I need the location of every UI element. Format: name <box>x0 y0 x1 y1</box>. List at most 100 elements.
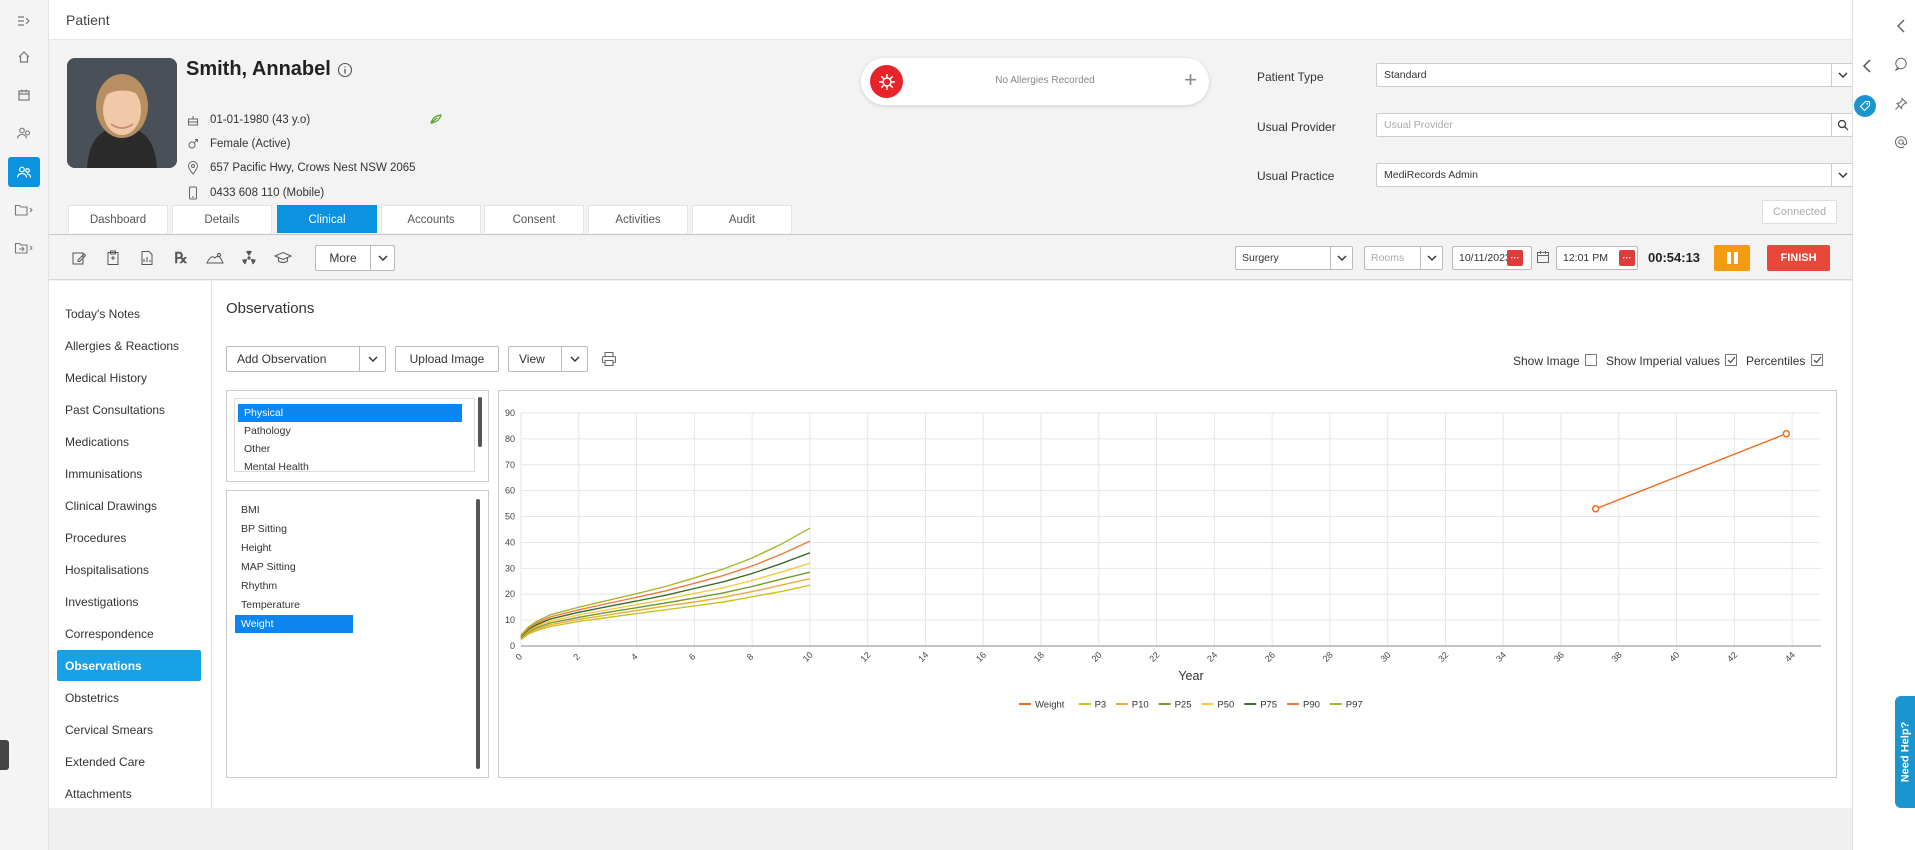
category-item[interactable]: Other <box>238 440 462 458</box>
chat-icon[interactable] <box>1889 52 1913 76</box>
sidenav-item[interactable]: Today's Notes <box>57 298 201 329</box>
add-allergy-plus-icon[interactable]: + <box>1184 68 1197 92</box>
category-item[interactable]: Mental Health <box>238 458 462 471</box>
chevron-down-icon <box>1831 64 1853 86</box>
show-imperial-checkbox[interactable] <box>1725 354 1737 366</box>
imaging-icon[interactable] <box>204 248 226 268</box>
radiation-icon[interactable] <box>238 248 260 268</box>
x-tick-label: 22 <box>1147 650 1161 664</box>
calendar-icon[interactable] <box>8 80 40 110</box>
plot-group: 01020304050607080900 2 4 6 8 10 12 14 16 18 20 22 24… <box>505 408 1821 711</box>
legend-label: P97 <box>1346 700 1363 711</box>
chevron-left-icon[interactable] <box>1889 14 1913 38</box>
measure-item[interactable]: MAP Sitting <box>235 558 353 576</box>
usual-provider-input[interactable]: Usual Provider <box>1376 113 1854 137</box>
measure-item[interactable]: Temperature <box>235 596 353 614</box>
sidenav-item[interactable]: Allergies & Reactions <box>57 330 201 361</box>
clinical-toolbar: ℞ More Surgery Rooms 10/11/2023 ··· 12:0… <box>49 236 1852 280</box>
sidenav-item[interactable]: Observations <box>57 650 201 681</box>
document-chart-icon[interactable] <box>136 248 158 268</box>
connected-button[interactable]: Connected <box>1762 200 1837 224</box>
usual-practice-select[interactable]: MediRecords Admin <box>1376 163 1854 187</box>
pause-button[interactable] <box>1714 245 1750 271</box>
percentiles-checkbox[interactable] <box>1811 354 1823 366</box>
home-icon[interactable] <box>8 42 40 72</box>
group-icon[interactable] <box>8 118 40 148</box>
gender-text: Female (Active) <box>210 138 291 150</box>
sidenav-item[interactable]: Correspondence <box>57 618 201 649</box>
category-item[interactable]: Pathology <box>238 422 462 440</box>
show-image-checkbox[interactable] <box>1585 354 1597 366</box>
search-icon[interactable] <box>1831 114 1853 136</box>
view-button[interactable]: View <box>508 346 588 372</box>
print-icon[interactable] <box>601 351 617 367</box>
more-dots-icon[interactable]: ··· <box>1507 250 1523 266</box>
right-tools-rail: Need Help? <box>1852 0 1915 850</box>
x-tick-label: 16 <box>974 650 988 664</box>
category-item[interactable]: Physical <box>238 404 462 422</box>
pin-icon[interactable] <box>1889 92 1913 116</box>
education-icon[interactable] <box>272 248 294 268</box>
tab-accounts[interactable]: Accounts <box>381 205 481 233</box>
chevron-down-icon[interactable] <box>561 347 587 371</box>
info-icon[interactable] <box>337 62 353 78</box>
sidenav-item[interactable]: Medical History <box>57 362 201 393</box>
chevron-down-icon[interactable] <box>370 246 394 270</box>
x-axis-label: Year <box>1178 669 1203 683</box>
sidenav-item[interactable]: Past Consultations <box>57 394 201 425</box>
tab-consent[interactable]: Consent <box>484 205 584 233</box>
clipboard-icon[interactable] <box>102 248 124 268</box>
sidenav-item[interactable]: Obstetrics <box>57 682 201 713</box>
side-drawer-handle[interactable] <box>0 740 9 770</box>
sidenav-item[interactable]: Cervical Smears <box>57 714 201 745</box>
tag-icon[interactable] <box>1854 95 1876 117</box>
patients-icon[interactable] <box>8 157 40 187</box>
chevron-left-icon[interactable] <box>1855 54 1879 78</box>
tab-dashboard[interactable]: Dashboard <box>68 205 168 233</box>
series-line-p3 <box>520 584 811 641</box>
category-scrollbar[interactable] <box>478 397 482 447</box>
sidenav-item[interactable]: Immunisations <box>57 458 201 489</box>
patient-type-select[interactable]: Standard <box>1376 63 1854 87</box>
more-button[interactable]: More <box>315 245 395 271</box>
calendar-icon[interactable] <box>1536 250 1550 264</box>
measure-item[interactable]: BMI <box>235 501 353 519</box>
measure-item[interactable]: Weight <box>235 615 353 633</box>
sidenav-item[interactable]: Hospitalisations <box>57 554 201 585</box>
folder-export-icon[interactable] <box>8 233 40 263</box>
upload-image-button[interactable]: Upload Image <box>395 346 499 372</box>
sidenav-item[interactable]: Extended Care <box>57 746 201 777</box>
rooms-select[interactable]: Rooms <box>1364 246 1443 270</box>
location-select[interactable]: Surgery <box>1235 246 1353 270</box>
more-dots-icon[interactable]: ··· <box>1619 250 1635 266</box>
measure-item[interactable]: BP Sitting <box>235 520 353 538</box>
chevron-down-icon[interactable] <box>359 347 385 371</box>
sidenav-item[interactable]: Attachments <box>57 778 201 809</box>
tab-clinical[interactable]: Clinical <box>277 205 377 233</box>
usual-practice-label: Usual Practice <box>1257 169 1335 183</box>
date-input[interactable]: 10/11/2023 ··· <box>1452 246 1532 270</box>
edit-note-icon[interactable] <box>68 248 90 268</box>
finish-button[interactable]: FINISH <box>1767 245 1830 271</box>
tab-audit[interactable]: Audit <box>692 205 792 233</box>
show-imperial-label: Show Imperial values <box>1606 354 1721 368</box>
sidenav-item[interactable]: Investigations <box>57 586 201 617</box>
measure-item[interactable]: Height <box>235 539 353 557</box>
usual-provider-placeholder: Usual Provider <box>1384 119 1453 131</box>
sidenav-item[interactable]: Procedures <box>57 522 201 553</box>
sidenav-item[interactable]: Medications <box>57 426 201 457</box>
at-sign-icon[interactable] <box>1889 130 1913 154</box>
collapse-menu-icon[interactable] <box>8 6 40 36</box>
measure-scrollbar[interactable] <box>476 499 480 769</box>
time-input[interactable]: 12:01 PM ··· <box>1556 246 1638 270</box>
measure-item[interactable]: Rhythm <box>235 577 353 595</box>
add-observation-button[interactable]: Add Observation <box>226 346 386 372</box>
section-title: Observations <box>226 300 315 317</box>
need-help-button[interactable]: Need Help? <box>1895 696 1915 808</box>
folder-icon[interactable] <box>8 195 40 225</box>
tab-activities[interactable]: Activities <box>588 205 688 233</box>
sidenav-item[interactable]: Clinical Drawings <box>57 490 201 521</box>
prescription-icon[interactable]: ℞ <box>170 248 192 268</box>
tab-details[interactable]: Details <box>172 205 272 233</box>
usual-provider-label: Usual Provider <box>1257 120 1336 134</box>
